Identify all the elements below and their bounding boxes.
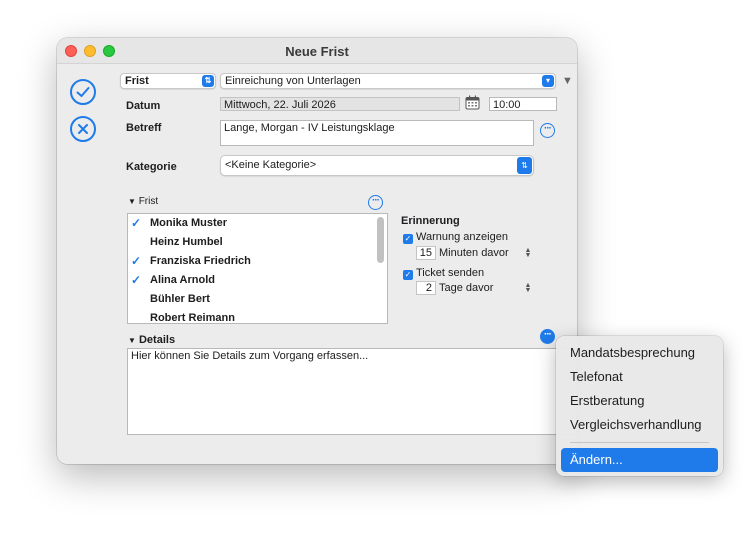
ticket-label: Ticket senden bbox=[416, 267, 485, 279]
type-select-value: Frist bbox=[125, 75, 149, 87]
datum-label: Datum bbox=[126, 100, 161, 112]
person-name: Robert Reimann bbox=[150, 312, 235, 324]
ticket-stepper-icon[interactable]: ▲ ▼ bbox=[524, 282, 532, 294]
ticket-checkbox[interactable]: ✓ bbox=[403, 270, 413, 280]
time-field[interactable]: 10:00 bbox=[489, 97, 557, 111]
menu-item-aendern[interactable]: Ändern... bbox=[561, 448, 718, 472]
menu-item-telefonat[interactable]: Telefonat bbox=[561, 365, 718, 389]
select-stepper-icon: ⇅ bbox=[202, 75, 214, 87]
popup-menu: Mandatsbesprechung Telefonat Erstberatun… bbox=[556, 336, 723, 476]
details-textarea[interactable]: Hier können Sie Details zum Vorgang erfa… bbox=[127, 348, 577, 435]
kategorie-select[interactable]: <Keine Kategorie> ⇅ bbox=[220, 155, 534, 176]
list-item[interactable]: ✓ Monika Muster bbox=[128, 214, 387, 233]
disclosure-triangle-icon: ▼ bbox=[128, 336, 136, 345]
menu-item-mandatsbesprechung[interactable]: Mandatsbesprechung bbox=[561, 341, 718, 365]
confirm-checkmark-icon[interactable] bbox=[70, 79, 96, 105]
menu-item-erstberatung[interactable]: Erstberatung bbox=[561, 389, 718, 413]
window-title: Neue Frist bbox=[285, 44, 349, 59]
details-section-label: Details bbox=[138, 334, 176, 346]
ticket-unit-label: Tage davor bbox=[439, 282, 494, 294]
details-disclosure[interactable]: ▼ Details bbox=[128, 334, 175, 346]
date-field[interactable]: Mittwoch, 22. Juli 2026 bbox=[220, 97, 460, 111]
calendar-icon[interactable] bbox=[465, 95, 480, 110]
list-scrollbar[interactable] bbox=[377, 217, 384, 263]
list-item[interactable]: Heinz Humbel bbox=[128, 233, 387, 252]
subject-select-value: Einreichung von Unterlagen bbox=[225, 75, 361, 87]
type-select[interactable]: Frist ⇅ bbox=[120, 73, 216, 89]
disclosure-triangle-icon: ▼ bbox=[128, 197, 136, 206]
checkmark-icon: ✓ bbox=[131, 216, 142, 230]
kategorie-label: Kategorie bbox=[126, 161, 177, 173]
list-item[interactable]: ✓ Franziska Friedrich bbox=[128, 252, 387, 271]
dialog-window: Neue Frist Frist ⇅ Einreichung von Unter… bbox=[57, 38, 577, 464]
betreff-field[interactable]: Lange, Morgan - IV Leistungsklage bbox=[220, 120, 534, 146]
betreff-label: Betreff bbox=[126, 122, 162, 134]
disclosure-triangle-icon[interactable]: ▼ bbox=[562, 75, 573, 87]
frist-more-icon[interactable]: ··· bbox=[368, 195, 383, 210]
details-more-icon[interactable]: ··· bbox=[540, 329, 555, 344]
person-name: Heinz Humbel bbox=[150, 236, 223, 248]
warnung-amount-field[interactable]: 15 bbox=[416, 246, 436, 260]
list-item[interactable]: ✓ Alina Arnold bbox=[128, 271, 387, 290]
subject-select[interactable]: Einreichung von Unterlagen ▾ bbox=[220, 73, 556, 89]
cancel-x-icon[interactable] bbox=[70, 116, 96, 142]
checkmark-icon: ✓ bbox=[131, 254, 142, 268]
ticket-amount-field[interactable]: 2 bbox=[416, 281, 436, 295]
warnung-label: Warnung anzeigen bbox=[416, 231, 508, 243]
list-item[interactable]: Bühler Bert bbox=[128, 290, 387, 309]
erinnerung-title: Erinnerung bbox=[401, 215, 460, 227]
people-list[interactable]: ✓ Monika Muster Heinz Humbel ✓ Franziska… bbox=[127, 213, 388, 324]
betreff-more-icon[interactable]: ··· bbox=[540, 123, 555, 138]
person-name: Franziska Friedrich bbox=[150, 255, 251, 267]
menu-item-vergleichsverhandlung[interactable]: Vergleichsverhandlung bbox=[561, 413, 718, 437]
frist-disclosure[interactable]: ▼ Frist bbox=[128, 196, 158, 207]
warnung-checkbox[interactable]: ✓ bbox=[403, 234, 413, 244]
person-name: Monika Muster bbox=[150, 217, 228, 229]
warnung-stepper-icon[interactable]: ▲ ▼ bbox=[524, 247, 532, 259]
menu-separator bbox=[570, 442, 709, 443]
person-name: Bühler Bert bbox=[150, 293, 210, 305]
person-name: Alina Arnold bbox=[150, 274, 215, 286]
frist-section-label: Frist bbox=[138, 196, 159, 207]
list-item[interactable]: Robert Reimann bbox=[128, 309, 387, 324]
checkmark-icon: ✓ bbox=[131, 273, 142, 287]
warnung-unit-label: Minuten davor bbox=[439, 247, 509, 259]
title-bar: Neue Frist bbox=[57, 38, 577, 64]
chevron-down-icon: ▾ bbox=[542, 75, 554, 87]
select-stepper-icon: ⇅ bbox=[517, 157, 532, 174]
kategorie-select-value: <Keine Kategorie> bbox=[225, 159, 317, 171]
